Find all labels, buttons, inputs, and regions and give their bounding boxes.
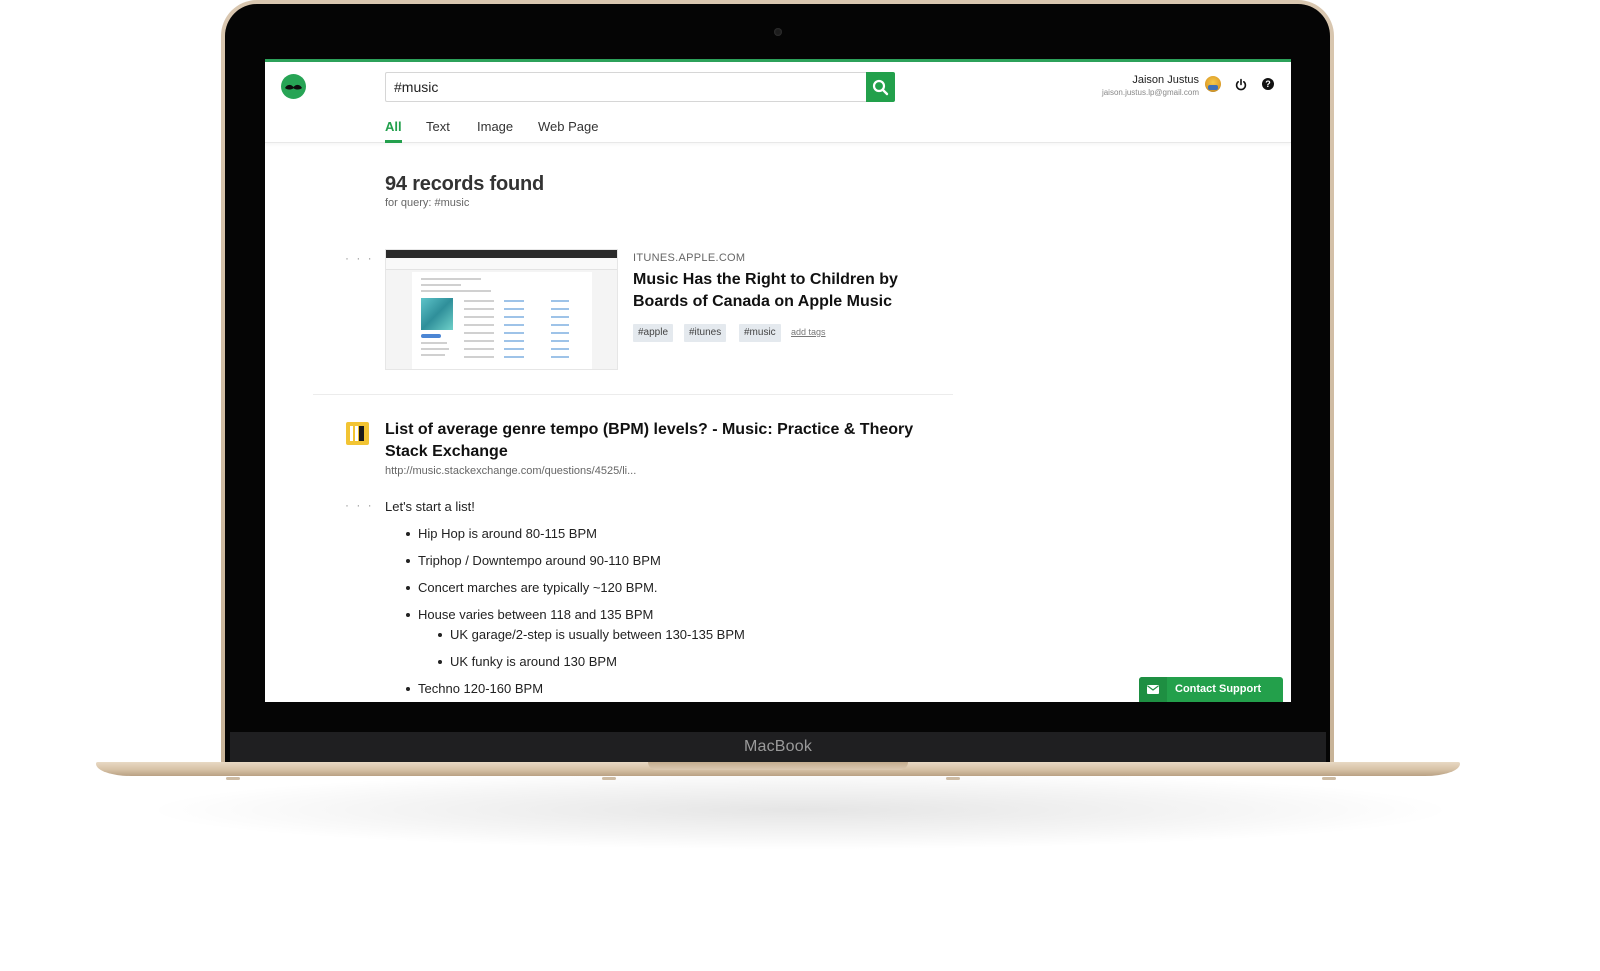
thumbnail-line [421,348,449,350]
icon-stripe [359,426,364,441]
thumbnail-line [464,316,494,318]
tab-image[interactable]: Image [477,119,513,143]
thumbnail-line [464,340,494,342]
list-item: House varies between 118 and 135 BPM [405,607,654,622]
tag-chip[interactable]: #itunes [684,324,727,342]
thumbnail-link [504,348,524,350]
thumbnail-link [551,340,569,342]
laptop-foot [226,777,240,780]
thumbnail-line [464,356,494,358]
filter-tabs: All Text Image Web Page [265,111,1291,143]
contact-support-button[interactable]: Contact Support [1139,677,1283,702]
query-prefix: for query: [385,197,432,209]
floor-shadow [140,770,1460,850]
result-domain: ITUNES.APPLE.COM [633,252,746,264]
list-item: Concert marches are typically ~120 BPM. [406,580,658,595]
thumbnail-link [504,316,524,318]
thumbnail-line [421,290,491,292]
thumbnail-subnav [386,258,617,270]
stack-exchange-icon [346,422,369,445]
thumbnail-link [551,332,569,334]
records-query: for query: #music [385,197,469,209]
laptop-foot [1322,777,1336,780]
icon-stripe [350,426,353,441]
list-item: Triphop / Downtempo around 90-110 BPM [406,553,661,568]
mustache-logo-icon[interactable] [281,74,306,99]
thumbnail-link [504,340,524,342]
more-options-icon[interactable]: · · · [345,251,374,265]
result-intro: Let's start a list! [385,499,475,514]
result-url-link[interactable]: http://music.stackexchange.com/questions… [385,465,636,477]
laptop-brand-label: MacBook [743,738,813,755]
thumbnail-button [421,334,441,338]
thumbnail-link [504,300,524,302]
result-title-link[interactable]: Music Has the Right to Children by Board… [633,269,933,313]
tab-all[interactable]: All [385,119,402,143]
power-icon[interactable] [1234,78,1248,92]
help-icon[interactable]: ? [1262,78,1274,90]
list-item: UK garage/2-step is usually between 130-… [438,627,745,642]
result-thumbnail[interactable] [385,249,618,370]
thumbnail-line [464,332,494,334]
app-screen: Jaison Justus jaison.justus.lp@gmail.com… [265,59,1291,702]
result-divider [313,394,953,395]
list-item: UK funky is around 130 BPM [438,654,617,669]
add-tags-link[interactable]: add tags [791,327,826,337]
contact-support-label: Contact Support [1175,683,1262,695]
thumbnail-link [504,308,524,310]
list-item: Techno 120-160 BPM [405,681,544,696]
thumbnail-line [421,284,461,286]
envelope-icon [1139,677,1167,702]
tab-web-page[interactable]: Web Page [538,119,598,143]
thumbnail-line [421,278,481,280]
thumbnail-link [551,356,569,358]
thumbnail-line [464,348,494,350]
thumbnail-line [421,342,447,344]
user-info[interactable]: Jaison Justus jaison.justus.lp@gmail.com [1102,74,1199,98]
accent-bar [265,59,1291,62]
thumbnail-line [464,308,494,310]
thumbnail-link [504,332,524,334]
tag-chip[interactable]: #music [739,324,781,342]
thumbnail-line [421,354,445,356]
tab-text[interactable]: Text [426,119,450,143]
search-button[interactable] [866,72,895,102]
list-item: Hip Hop is around 80-115 BPM [406,526,597,541]
icon-stripe [355,426,358,441]
thumbnail-link [551,308,569,310]
search-bar [385,72,895,102]
laptop-notch [648,762,908,770]
album-cover-image [421,298,453,330]
tag-chip[interactable]: #apple [633,324,674,342]
user-email: jaison.justus.lp@gmail.com [1101,88,1199,97]
thumbnail-link [551,324,569,326]
query-value: #music [434,197,470,209]
thumbnail-link [551,316,569,318]
laptop-foot [602,777,616,780]
stage: MacBook Jaison Justus jaison.justus.lp@g… [0,0,1600,971]
more-options-icon[interactable]: · · · [345,498,374,512]
thumbnail-link [551,348,569,350]
thumbnail-link [504,324,524,326]
thumbnail-nav [386,250,617,258]
thumbnail-line [464,324,494,326]
result-title-link[interactable]: List of average genre tempo (BPM) levels… [385,419,925,463]
camera-icon [774,28,782,36]
records-count-title: 94 records found [385,173,545,195]
thumbnail-link [551,300,569,302]
search-icon [872,79,889,96]
search-input[interactable] [385,72,866,102]
thumbnail-link [504,356,524,358]
avatar[interactable] [1205,76,1221,92]
laptop-foot [946,777,960,780]
thumbnail-line [464,300,494,302]
user-name: Jaison Justus [1132,74,1199,86]
